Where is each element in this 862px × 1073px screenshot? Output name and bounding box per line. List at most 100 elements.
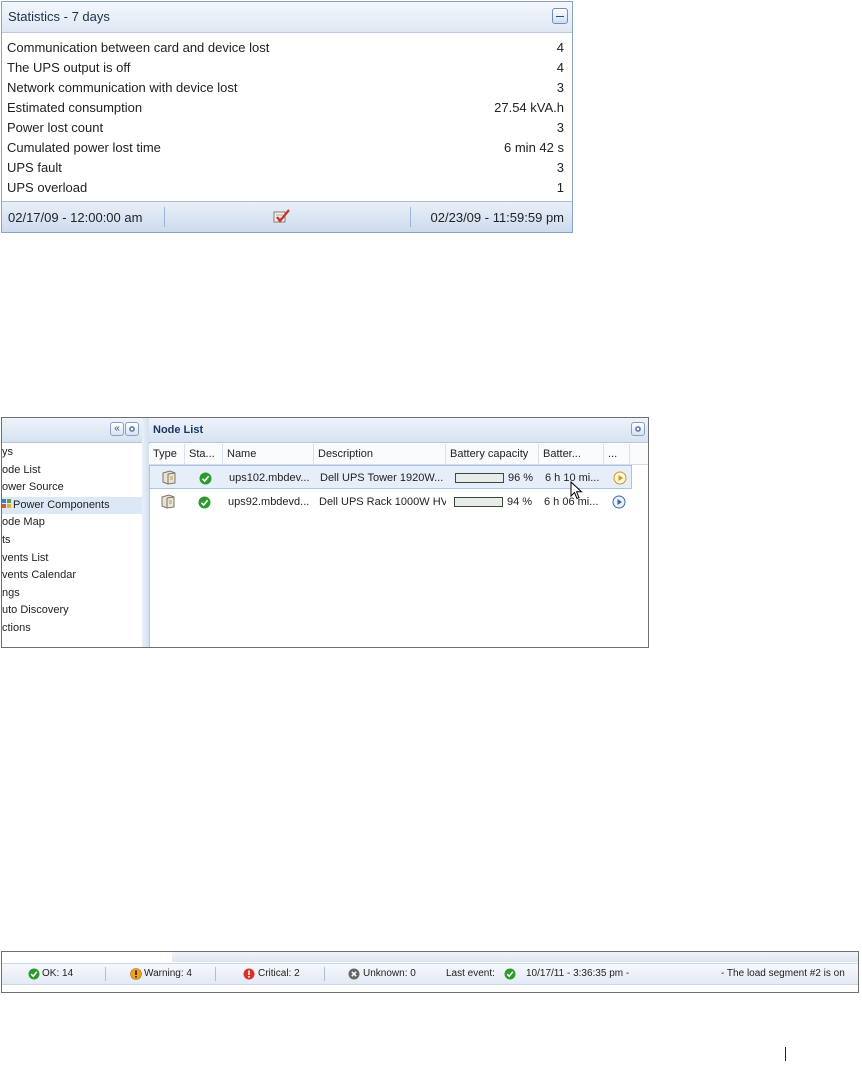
node-list-pane: Node List Type Sta... Name Description B… bbox=[149, 418, 648, 647]
nav-item-events[interactable]: ts bbox=[2, 532, 142, 550]
column-description[interactable]: Description bbox=[314, 444, 446, 464]
nav-item-label: Power Components bbox=[13, 498, 110, 511]
node-list-title: Node List bbox=[153, 424, 204, 436]
node-list-header: Node List bbox=[149, 418, 648, 443]
collapse-pane-button[interactable]: « bbox=[110, 422, 124, 436]
column-status[interactable]: Sta... bbox=[185, 444, 223, 464]
nav-item-auto-discovery[interactable]: uto Discovery bbox=[2, 602, 142, 620]
ok-icon bbox=[504, 968, 516, 980]
statistics-footer: 02/17/09 - 12:00:00 am 02/23/09 - 11:59:… bbox=[2, 201, 572, 232]
stat-label: Network communication with device lost bbox=[7, 80, 238, 95]
stat-value: 4 bbox=[556, 60, 564, 75]
battery-bar bbox=[454, 497, 503, 507]
ups-device-icon bbox=[162, 470, 176, 485]
status-summary: OK: 14 Warning: 4 Critical: 2 Unknown: 0… bbox=[2, 963, 858, 985]
page-margin-mark bbox=[785, 1047, 786, 1061]
column-battery-capacity[interactable]: Battery capacity bbox=[446, 444, 539, 464]
warning-count[interactable]: Warning: 4 bbox=[144, 964, 192, 984]
nav-item-views[interactable]: ys bbox=[2, 444, 142, 462]
stat-row: UPS fault 3 bbox=[2, 158, 572, 178]
ok-icon bbox=[28, 968, 40, 980]
node-actions-icon[interactable] bbox=[612, 495, 626, 509]
status-strip bbox=[172, 952, 858, 962]
stat-value: 1 bbox=[556, 180, 564, 195]
node-actions-icon[interactable] bbox=[613, 471, 627, 485]
nav-item-node-list[interactable]: ode List bbox=[2, 462, 142, 480]
stat-row: Cumulated power lost time 6 min 42 s bbox=[2, 138, 572, 158]
battery-percent: 94 % bbox=[507, 496, 533, 508]
date-start[interactable]: 02/17/09 - 12:00:00 am bbox=[8, 210, 142, 225]
stat-label: Cumulated power lost time bbox=[7, 140, 161, 155]
settings-icon[interactable] bbox=[125, 422, 139, 436]
stat-row: The UPS output is off 4 bbox=[2, 58, 572, 78]
stat-row: Communication between card and device lo… bbox=[2, 38, 572, 58]
node-description: Dell UPS Rack 1000W HV bbox=[319, 496, 446, 508]
settings-icon[interactable] bbox=[631, 422, 645, 436]
status-separator bbox=[215, 967, 216, 981]
last-event-text[interactable]: - The load segment #2 is on bbox=[721, 964, 845, 984]
stat-row: UPS overload 1 bbox=[2, 178, 572, 198]
unknown-icon bbox=[348, 968, 360, 980]
unknown-count[interactable]: Unknown: 0 bbox=[363, 964, 416, 984]
stat-value: 4 bbox=[556, 40, 564, 55]
ups-device-icon bbox=[161, 494, 175, 509]
status-separator bbox=[324, 967, 325, 981]
status-ok-icon bbox=[198, 496, 211, 509]
date-end[interactable]: 02/23/09 - 11:59:59 pm bbox=[431, 210, 564, 225]
navigation-list: ys ode List ower Source Power Components… bbox=[2, 444, 142, 638]
nav-item-node-map[interactable]: ode Map bbox=[2, 514, 142, 532]
statistics-title: Statistics - 7 days bbox=[8, 9, 110, 24]
battery-percent: 96 % bbox=[508, 472, 534, 484]
nav-item-power-components[interactable]: Power Components bbox=[2, 496, 142, 515]
stat-value: 6 min 42 s bbox=[504, 140, 564, 155]
column-name[interactable]: Name bbox=[223, 444, 314, 464]
stat-label: Power lost count bbox=[7, 120, 104, 135]
node-list-window: « ys ode List ower Source Power Componen… bbox=[1, 417, 649, 648]
statistics-panel: Statistics - 7 days Communication betwee… bbox=[1, 1, 573, 233]
stat-label: Estimated consumption bbox=[7, 100, 143, 115]
column-more[interactable]: ... bbox=[604, 444, 630, 464]
status-ok-icon bbox=[199, 472, 212, 485]
column-type[interactable]: Type bbox=[149, 444, 185, 464]
power-components-icon bbox=[2, 498, 11, 508]
ok-count[interactable]: OK: 14 bbox=[42, 964, 73, 984]
stat-label: Communication between card and device lo… bbox=[7, 40, 270, 55]
node-name[interactable]: ups92.mbdevd... bbox=[224, 490, 314, 514]
warning-icon bbox=[130, 968, 142, 980]
mouse-cursor-icon bbox=[570, 481, 583, 500]
stat-label: The UPS output is off bbox=[7, 60, 131, 75]
stat-value: 3 bbox=[556, 160, 564, 175]
footer-separator bbox=[410, 207, 411, 227]
stat-label: UPS fault bbox=[7, 160, 62, 175]
nav-item-actions[interactable]: ctions bbox=[2, 620, 142, 638]
nav-item-events-list[interactable]: vents List bbox=[2, 550, 142, 568]
node-name[interactable]: ups102.mbdev... bbox=[225, 466, 315, 490]
last-event-time[interactable]: 10/17/11 - 3:36:35 pm - bbox=[526, 964, 629, 984]
statistics-list: Communication between card and device lo… bbox=[2, 38, 572, 198]
nav-item-events-calendar[interactable]: vents Calendar bbox=[2, 567, 142, 585]
stat-value: 3 bbox=[556, 120, 564, 135]
nav-item-settings[interactable]: ngs bbox=[2, 585, 142, 603]
stat-label: UPS overload bbox=[7, 180, 88, 195]
last-event-label: Last event: bbox=[446, 968, 495, 979]
statistics-header: Statistics - 7 days bbox=[2, 2, 572, 33]
node-list-columns: Type Sta... Name Description Battery cap… bbox=[149, 444, 648, 465]
validate-dates-icon[interactable] bbox=[272, 208, 292, 224]
status-bar: OK: 14 Warning: 4 Critical: 2 Unknown: 0… bbox=[1, 951, 859, 993]
stat-row: Network communication with device lost 3 bbox=[2, 78, 572, 98]
table-row[interactable]: ups92.mbdevd... Dell UPS Rack 1000W HV 9… bbox=[149, 490, 632, 514]
critical-count[interactable]: Critical: 2 bbox=[258, 964, 300, 984]
table-row[interactable]: ups102.mbdev... Dell UPS Tower 1920W... … bbox=[149, 465, 632, 489]
node-description: Dell UPS Tower 1920W... bbox=[320, 472, 444, 484]
stat-value: 27.54 kVA.h bbox=[494, 100, 564, 115]
critical-icon bbox=[243, 968, 255, 980]
stat-row: Power lost count 3 bbox=[2, 118, 572, 138]
battery-bar bbox=[455, 473, 504, 483]
footer-separator bbox=[164, 207, 165, 227]
nav-item-power-source[interactable]: ower Source bbox=[2, 479, 142, 497]
navigation-header: « bbox=[2, 418, 142, 443]
column-battery-runtime[interactable]: Batter... bbox=[539, 444, 604, 464]
status-separator bbox=[105, 967, 106, 981]
stat-row: Estimated consumption 27.54 kVA.h bbox=[2, 98, 572, 118]
collapse-button[interactable] bbox=[552, 8, 568, 24]
